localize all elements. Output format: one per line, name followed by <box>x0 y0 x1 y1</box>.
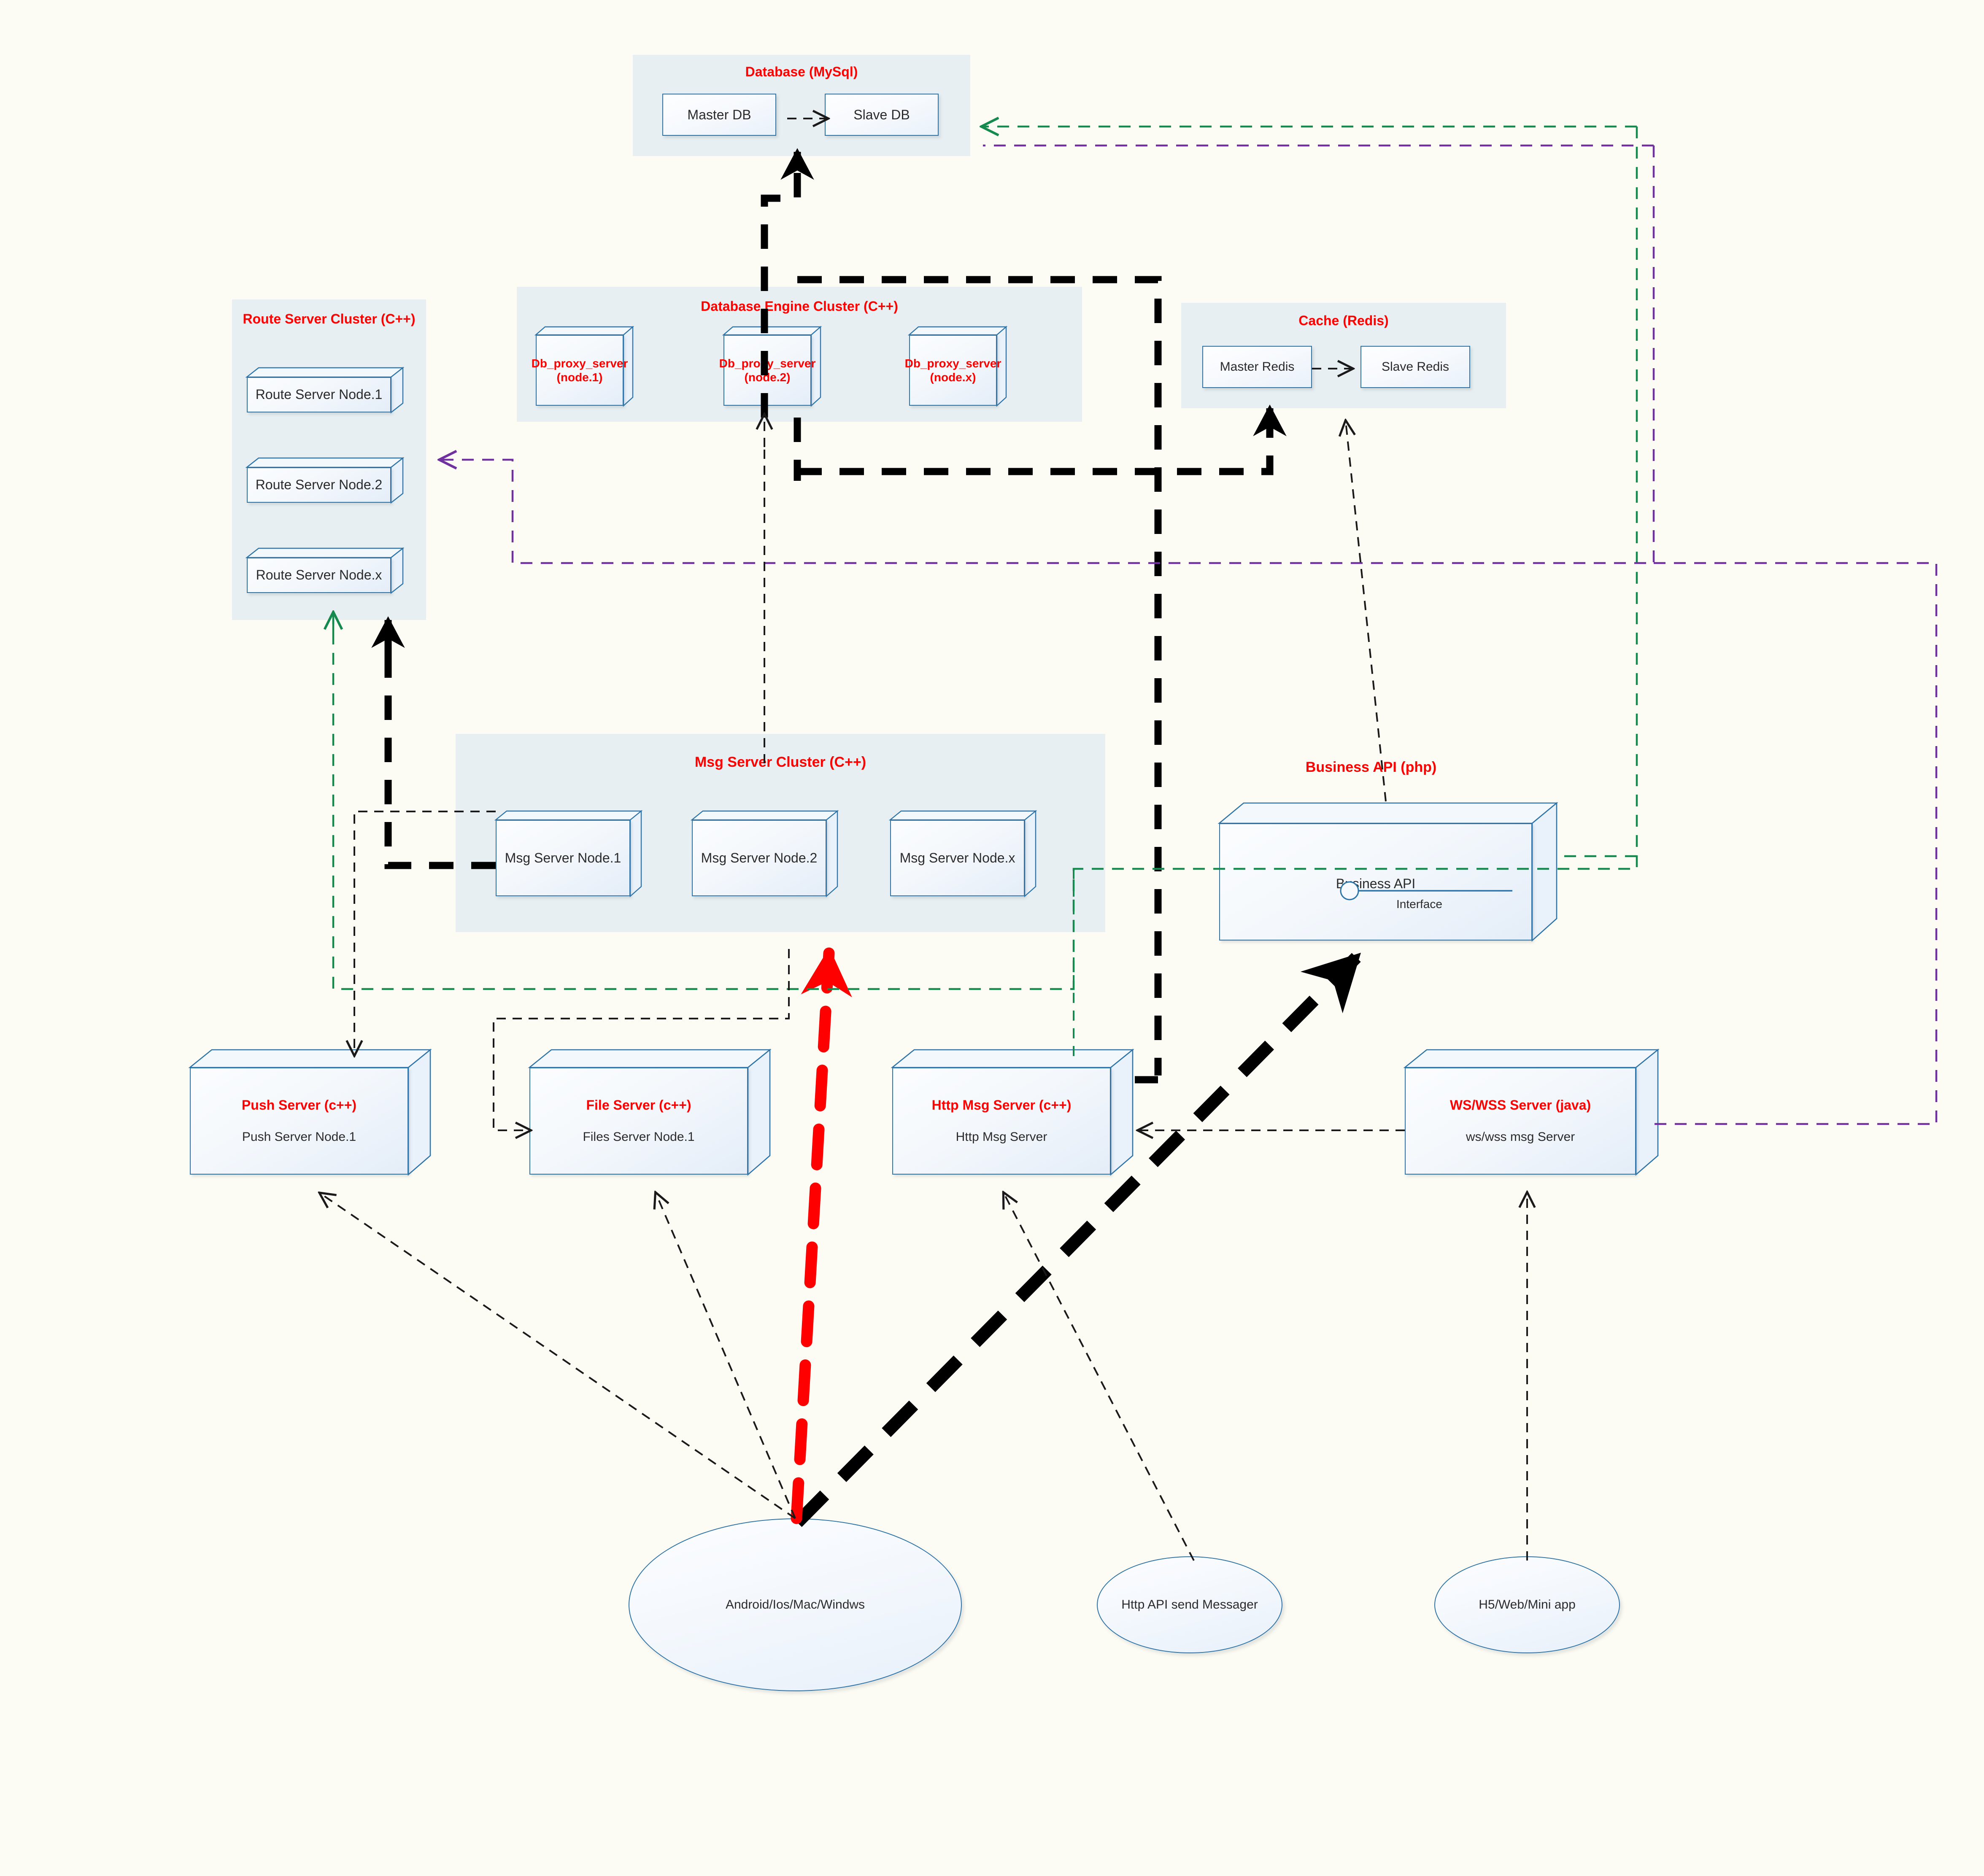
client-http-api-send-messager[interactable]: Http API send Messager <box>1097 1556 1282 1653</box>
box-push-server-title: Push Server (c++) <box>241 1097 357 1113</box>
box-slave-db[interactable]: Slave DB <box>825 94 939 136</box>
box-db-proxy-server-node-2-line1: Db_proxy_server <box>719 356 816 370</box>
box-file-server[interactable]: File Server (c++) Files Server Node.1 <box>528 1048 772 1176</box>
box-ws-wss-server-title: WS/WSS Server (java) <box>1450 1097 1591 1113</box>
box-http-msg-server-label: Http Msg Server <box>956 1130 1047 1144</box>
box-ws-wss-server[interactable]: WS/WSS Server (java) ws/wss msg Server <box>1403 1048 1660 1176</box>
box-ws-wss-server-label: ws/wss msg Server <box>1466 1130 1575 1144</box>
box-msg-server-node-x[interactable]: Msg Server Node.x <box>888 810 1037 898</box>
wire-backbone-to-masterredis <box>797 426 1274 475</box>
interface-lollipop[interactable] <box>1339 878 1517 903</box>
wire-client-to-pushserver <box>321 1194 796 1519</box>
wire-client-to-businessapi <box>793 952 1361 1527</box>
box-msg-server-node-1[interactable]: Msg Server Node.1 <box>494 810 643 898</box>
group-route-server-cluster-title: Route Server Cluster (C++) <box>243 311 416 326</box>
wire-client-to-fileserver <box>656 1194 796 1519</box>
box-db-proxy-server-node-2-line2: (node.2) <box>744 371 791 384</box>
box-master-redis-label: Master Redis <box>1220 360 1295 374</box>
box-route-server-node-2[interactable]: Route Server Node.2 <box>245 456 405 504</box>
box-master-db-label: Master DB <box>687 107 751 122</box>
wire-businessapi-to-slaveredis <box>1346 422 1387 802</box>
box-msg-server-node-2[interactable]: Msg Server Node.2 <box>690 810 839 898</box>
box-db-proxy-server-node-x-line2: (node.x) <box>930 371 976 384</box>
box-db-proxy-server-node-2[interactable]: Db_proxy_server (node.2) <box>719 326 822 407</box>
box-slave-db-label: Slave DB <box>853 107 910 122</box>
box-route-server-node-1-label: Route Server Node.1 <box>255 387 383 402</box>
box-http-msg-server[interactable]: Http Msg Server (c++) Http Msg Server <box>891 1048 1134 1176</box>
box-msg-server-node-1-label: Msg Server Node.1 <box>505 850 621 865</box>
box-msg-server-node-2-label: Msg Server Node.2 <box>701 850 818 865</box>
group-database-engine-cluster-title: Database Engine Cluster (C++) <box>701 299 898 314</box>
box-push-server[interactable]: Push Server (c++) Push Server Node.1 <box>188 1048 432 1176</box>
client-h5-web-mini-app[interactable]: H5/Web/Mini app <box>1434 1556 1620 1653</box>
box-http-msg-server-title: Http Msg Server (c++) <box>931 1097 1072 1113</box>
box-route-server-node-x[interactable]: Route Server Node.x <box>245 547 405 594</box>
box-route-server-node-2-label: Route Server Node.2 <box>255 477 383 493</box>
box-db-proxy-server-node-1[interactable]: Db_proxy_server (node.1) <box>532 326 634 407</box>
box-file-server-title: File Server (c++) <box>586 1097 691 1113</box>
connector-layer <box>0 0 1938 1561</box>
box-db-proxy-server-node-x-line1: Db_proxy_server <box>904 356 1001 370</box>
box-db-proxy-server-node-1-line2: (node.1) <box>556 371 603 384</box>
wire-purple-right-branch <box>1652 562 1938 1125</box>
wire-httpapi-to-httpmsgserver <box>1004 1194 1195 1561</box>
box-route-server-node-1[interactable]: Route Server Node.1 <box>245 366 405 414</box>
box-master-redis[interactable]: Master Redis <box>1202 346 1312 388</box>
client-android-ios-mac-windows[interactable]: Android/Ios/Mac/Windws <box>629 1518 962 1691</box>
box-route-server-node-x-label: Route Server Node.x <box>256 567 382 583</box>
box-push-server-label: Push Server Node.1 <box>242 1130 356 1144</box>
box-file-server-label: Files Server Node.1 <box>583 1130 695 1144</box>
box-slave-redis[interactable]: Slave Redis <box>1360 346 1470 388</box>
group-msg-server-cluster-title: Msg Server Cluster (C++) <box>694 754 866 770</box>
business-api-title: Business API (php) <box>1305 759 1437 775</box>
box-db-proxy-server-node-1-line1: Db_proxy_server <box>531 356 628 370</box>
group-cache-title: Cache (Redis) <box>1298 313 1389 328</box>
box-db-proxy-server-node-x[interactable]: Db_proxy_server (node.x) <box>905 326 1008 407</box>
client-http-api-send-messager-label: Http API send Messager <box>1121 1598 1258 1612</box>
architecture-diagram: Database (MySql) Master DB Slave DB Rout… <box>0 0 1984 1876</box>
group-database-title: Database (MySql) <box>745 64 858 79</box>
client-h5-web-mini-app-label: H5/Web/Mini app <box>1479 1598 1576 1612</box>
box-slave-redis-label: Slave Redis <box>1381 360 1450 374</box>
box-msg-server-node-x-label: Msg Server Node.x <box>899 850 1015 865</box>
box-master-db[interactable]: Master DB <box>662 94 776 136</box>
box-business-api[interactable]: Business API Interface <box>1217 801 1558 942</box>
wire-client-to-msgcluster <box>791 947 852 1524</box>
client-android-ios-mac-windows-label: Android/Ios/Mac/Windws <box>725 1598 865 1612</box>
